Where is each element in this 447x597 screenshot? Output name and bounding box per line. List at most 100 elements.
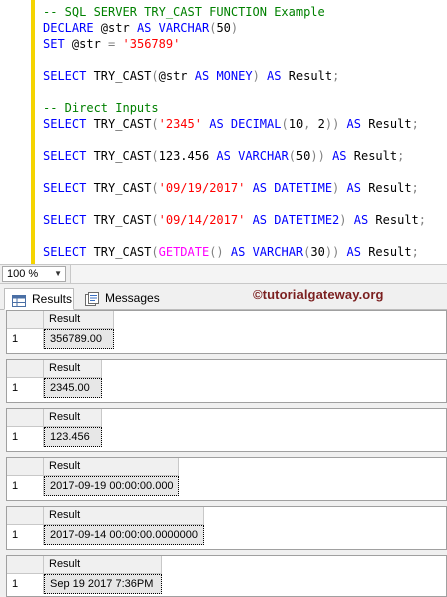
result-cell[interactable]: 2017-09-19 00:00:00.000	[44, 476, 179, 496]
code-token: DATETIME	[274, 181, 333, 195]
code-token: '09/19/2017'	[158, 181, 246, 195]
editor-gutter	[0, 0, 30, 264]
code-token: )	[339, 213, 347, 227]
code-line[interactable]: -- Direct Inputs	[43, 101, 159, 115]
messages-icon	[85, 292, 100, 312]
code-token: SELECT	[43, 69, 87, 83]
code-token: '2345'	[158, 117, 202, 131]
code-token: 30	[310, 245, 325, 259]
chevron-down-icon: ▼	[54, 269, 62, 278]
grid-corner-header[interactable]	[7, 556, 44, 574]
code-token: 123.456	[158, 149, 217, 163]
row-number[interactable]: 1	[7, 574, 44, 594]
tab-results[interactable]: Results	[4, 288, 74, 310]
code-token: AS	[136, 21, 152, 35]
column-header[interactable]: Result	[44, 458, 179, 476]
result-cell[interactable]: 2017-09-14 00:00:00.0000000	[44, 525, 204, 545]
code-token: VARCHAR	[252, 245, 304, 259]
code-token: Result	[360, 181, 412, 195]
column-header[interactable]: Result	[44, 311, 114, 329]
code-token: '09/14/2017'	[158, 213, 246, 227]
result-cell[interactable]: 123.456	[44, 427, 102, 447]
code-token: -- SQL SERVER TRY_CAST FUNCTION Example	[43, 5, 325, 19]
query-editor[interactable]: -- SQL SERVER TRY_CAST FUNCTION Example D…	[0, 0, 447, 264]
column-header[interactable]: Result	[44, 507, 204, 525]
code-token: (	[151, 213, 159, 227]
grid-corner-header[interactable]	[7, 311, 44, 329]
code-token: Result	[346, 149, 398, 163]
code-token: SELECT	[43, 149, 87, 163]
code-line[interactable]: SELECT TRY_CAST('09/14/2017' AS DATETIME…	[43, 213, 426, 227]
code-token: Result	[368, 213, 419, 227]
code-token: ;	[411, 117, 419, 131]
zoom-bar: 100 % ▼	[0, 264, 447, 284]
code-token: ;	[397, 149, 405, 163]
code-token: AS	[194, 69, 210, 83]
watermark-text: ©tutorialgateway.org	[253, 287, 384, 302]
code-token: AS	[346, 245, 361, 259]
zoom-dropdown[interactable]: 100 % ▼	[2, 266, 66, 282]
code-token: (	[151, 181, 159, 195]
code-line[interactable]: SELECT TRY_CAST('2345' AS DECIMAL(10, 2)…	[43, 117, 419, 131]
row-number[interactable]: 1	[7, 378, 44, 398]
row-number[interactable]: 1	[7, 329, 44, 349]
code-token: AS	[353, 213, 369, 227]
grid-corner-header[interactable]	[7, 507, 44, 525]
grid-corner-header[interactable]	[7, 360, 44, 378]
code-token: (	[151, 69, 159, 83]
code-token: DECLARE	[43, 21, 94, 35]
code-line[interactable]: SELECT TRY_CAST(123.456 AS VARCHAR(50)) …	[43, 149, 404, 163]
code-token: 50	[216, 21, 231, 35]
column-header[interactable]: Result	[44, 556, 162, 574]
code-token: DECIMAL	[230, 117, 282, 131]
column-header[interactable]: Result	[44, 360, 102, 378]
code-line[interactable]: SELECT TRY_CAST(@str AS MONEY) AS Result…	[43, 69, 339, 83]
result-cell[interactable]: Sep 19 2017 7:36PM	[44, 574, 162, 594]
change-tracking-bar	[31, 0, 35, 264]
code-token: TRY_CAST	[86, 213, 152, 227]
code-token: AS	[216, 149, 231, 163]
horizontal-scroll-area[interactable]	[70, 265, 447, 283]
code-token: GETDATE	[158, 245, 210, 259]
code-token: )	[230, 21, 239, 35]
code-line[interactable]: DECLARE @str AS VARCHAR(50)	[43, 21, 238, 35]
result-cell[interactable]: 2345.00	[44, 378, 102, 398]
code-token: AS	[252, 181, 268, 195]
result-grid: Result 1 Sep 19 2017 7:36PM	[6, 555, 447, 597]
row-number[interactable]: 1	[7, 476, 44, 496]
code-token: (	[151, 245, 159, 259]
tab-messages[interactable]: Messages	[78, 288, 160, 312]
code-line[interactable]: -- SQL SERVER TRY_CAST FUNCTION Example	[43, 5, 325, 19]
code-token: Result	[361, 117, 412, 131]
grid-corner-header[interactable]	[7, 458, 44, 476]
column-header[interactable]: Result	[44, 409, 102, 427]
code-line[interactable]: SELECT TRY_CAST(GETDATE() AS VARCHAR(30)…	[43, 245, 419, 259]
code-token: AS	[230, 245, 246, 259]
code-line[interactable]: SELECT TRY_CAST('09/19/2017' AS DATETIME…	[43, 181, 419, 195]
row-number[interactable]: 1	[7, 525, 44, 545]
code-line[interactable]: SET @str = '356789'	[43, 37, 180, 51]
code-token: ;	[332, 69, 340, 83]
code-token: (	[151, 117, 159, 131]
code-token: AS	[209, 117, 224, 131]
result-grid: Result 1 2017-09-14 00:00:00.0000000	[6, 506, 447, 550]
code-token: SELECT	[43, 245, 87, 259]
grid-corner-header[interactable]	[7, 409, 44, 427]
code-token: AS	[252, 213, 268, 227]
code-token: TRY_CAST	[86, 245, 152, 259]
code-token: ;	[411, 245, 419, 259]
code-token: 10	[288, 117, 304, 131]
row-number[interactable]: 1	[7, 427, 44, 447]
code-token: ))	[324, 245, 340, 259]
result-cell[interactable]: 356789.00	[44, 329, 114, 349]
